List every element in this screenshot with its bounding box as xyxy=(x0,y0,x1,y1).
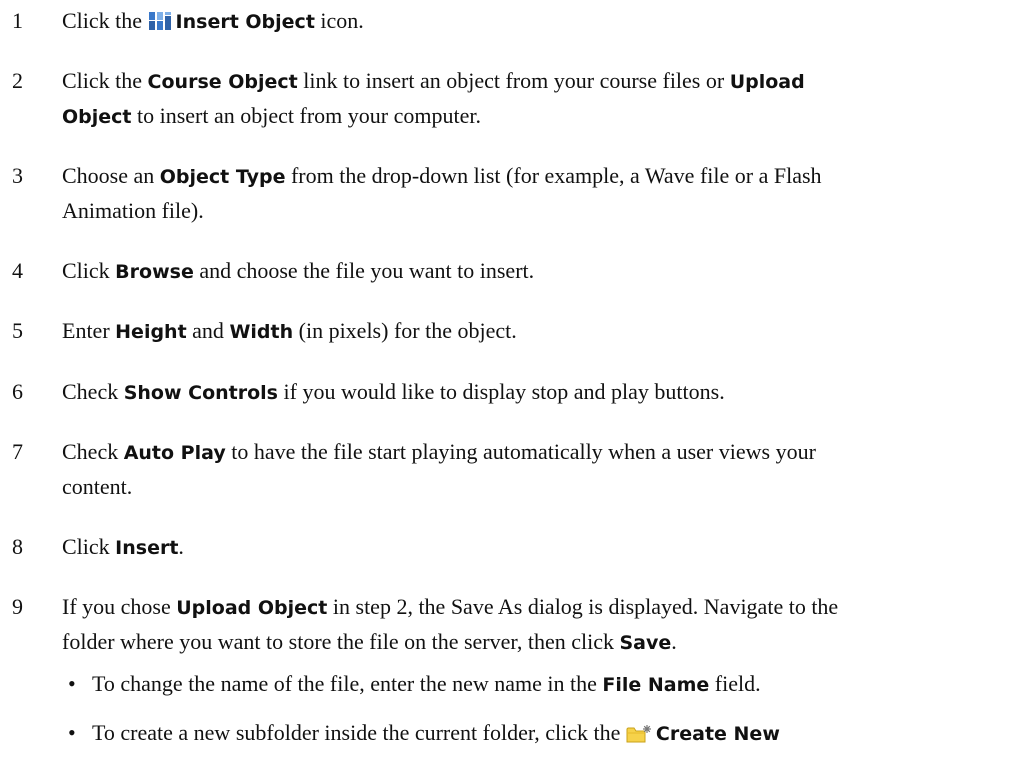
step-text: If you chose xyxy=(62,594,177,619)
create-new-folder-icon xyxy=(626,724,652,744)
sub-bullet-new-folder: • To create a new subfolder inside the c… xyxy=(0,716,1025,751)
bullet-text: To change the name of the file, enter th… xyxy=(92,671,603,696)
step-4: 4 Click Browse and choose the file you w… xyxy=(0,254,1025,289)
upload-label: Upload xyxy=(729,71,805,93)
step-3: 3 Choose an Object Type from the drop-do… xyxy=(0,159,1025,228)
step-number: 5 xyxy=(12,318,23,343)
step-number: 6 xyxy=(12,379,23,404)
step-text: and xyxy=(186,318,230,343)
file-name-label: File Name xyxy=(602,674,710,696)
step-text: in step 2, the Save As dialog is display… xyxy=(327,594,839,619)
object-label: Object xyxy=(62,106,132,128)
step-text: Click xyxy=(62,534,116,559)
step-text: Animation file). xyxy=(62,198,204,223)
save-label: Save xyxy=(619,632,672,654)
step-text: . xyxy=(178,534,184,559)
step-text: and choose the file you want to insert. xyxy=(193,258,535,283)
browse-label: Browse xyxy=(115,261,194,283)
step-text: Click the xyxy=(62,8,148,33)
bullet-text: field. xyxy=(709,671,761,696)
step-text: Enter xyxy=(62,318,116,343)
step-text: Check xyxy=(62,439,124,464)
step-number: 7 xyxy=(12,439,23,464)
step-text: content. xyxy=(62,474,133,499)
step-text: . xyxy=(671,629,677,654)
step-9: 9 If you chose Upload Object in step 2, … xyxy=(0,590,1025,660)
sub-bullet-file-name: • To change the name of the file, enter … xyxy=(0,667,1025,702)
step-6: 6 Check Show Controls if you would like … xyxy=(0,375,1025,410)
insert-object-icon xyxy=(148,10,172,32)
step-text: to have the file start playing automatic… xyxy=(225,439,816,464)
height-label: Height xyxy=(115,321,187,343)
step-number: 4 xyxy=(12,258,23,283)
bullet-text: To create a new subfolder inside the cur… xyxy=(92,720,626,745)
step-text: Click the xyxy=(62,68,148,93)
step-2: 2 Click the Course Object link to insert… xyxy=(0,64,1025,134)
insert-object-label: Insert Object xyxy=(175,11,315,33)
step-8: 8 Click Insert. xyxy=(0,530,1025,565)
step-text: (in pixels) for the object. xyxy=(293,318,517,343)
step-text: Choose an xyxy=(62,163,160,188)
upload-object-label: Upload Object xyxy=(176,597,328,619)
step-number: 8 xyxy=(12,534,23,559)
step-text: icon. xyxy=(314,8,364,33)
step-number: 2 xyxy=(12,68,23,93)
insert-label: Insert xyxy=(115,537,179,559)
step-text: Click xyxy=(62,258,116,283)
auto-play-label: Auto Play xyxy=(123,442,226,464)
step-text: link to insert an object from your cours… xyxy=(297,68,730,93)
course-object-label: Course Object xyxy=(147,71,298,93)
step-number: 3 xyxy=(12,163,23,188)
step-text: from the drop-down list (for example, a … xyxy=(285,163,822,188)
step-text: folder where you want to store the file … xyxy=(62,629,620,654)
step-1: 1 Click the Insert Object icon. xyxy=(0,4,1025,39)
object-type-label: Object Type xyxy=(159,166,286,188)
step-text: Check xyxy=(62,379,124,404)
step-5: 5 Enter Height and Width (in pixels) for… xyxy=(0,314,1025,349)
show-controls-label: Show Controls xyxy=(123,382,278,404)
step-number: 1 xyxy=(12,8,23,33)
bullet-dot: • xyxy=(68,720,76,745)
step-7: 7 Check Auto Play to have the file start… xyxy=(0,435,1025,504)
step-number: 9 xyxy=(12,594,23,619)
width-label: Width xyxy=(229,321,294,343)
bullet-dot: • xyxy=(68,671,76,696)
create-new-label: Create New xyxy=(655,723,780,745)
step-text: to insert an object from your computer. xyxy=(131,103,481,128)
step-text: if you would like to display stop and pl… xyxy=(278,379,725,404)
